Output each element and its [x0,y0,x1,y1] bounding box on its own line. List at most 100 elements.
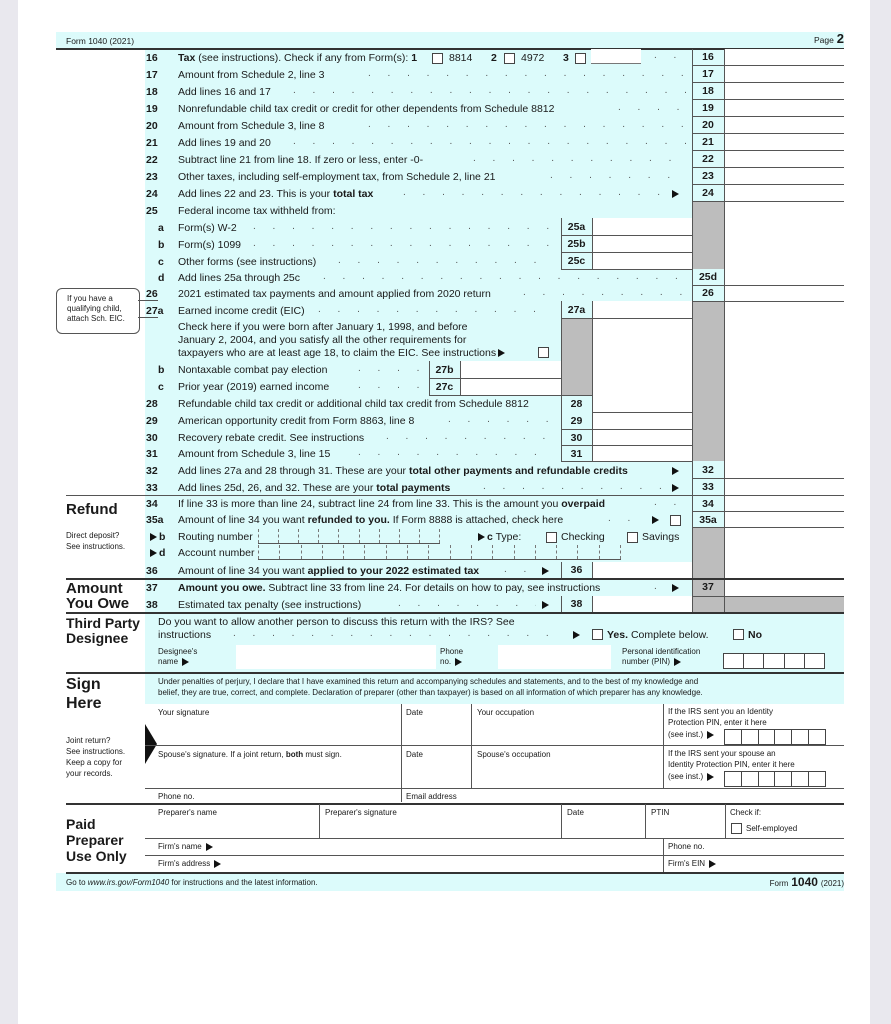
line-26-amount[interactable] [725,285,844,301]
other-form-input[interactable] [591,49,641,64]
line-27c-amount[interactable] [461,379,561,395]
spouse-ip-pin-label: Identity Protection PIN, enter it here [668,760,795,769]
box-label: 25b [567,238,586,250]
line-37-amount[interactable] [725,579,844,596]
firm-name-field[interactable] [228,839,658,854]
arrow-icon [573,631,580,640]
your-occupation-field[interactable] [477,720,659,742]
line-number: 38 [146,599,158,611]
line-16-amount[interactable] [725,49,844,65]
designee-pin-input[interactable] [723,653,825,669]
line-17-amount[interactable] [725,66,844,82]
line-number: 32 [146,465,158,477]
firm-address-field[interactable] [238,856,658,871]
spouse-ip-pin-label: (see inst.) [668,772,716,782]
spouse-date-field[interactable] [406,762,468,784]
line-32-amount[interactable] [725,462,844,478]
line-28-amount[interactable] [593,396,692,412]
box-label: 30 [570,432,583,444]
line-35a-amount[interactable] [725,512,844,527]
line-17-label: Amount from Schedule 2, line 3 [178,69,325,81]
designee-no-checkbox[interactable] [733,629,744,640]
vertical-rule [319,804,320,838]
eic-note: If you have a qualifying child, attach S… [56,288,140,334]
irs-link[interactable]: www.irs.gov/Form1040 [88,878,169,887]
ip-pin-label: (see inst.) [668,730,716,740]
line-number: b [158,364,165,376]
check-if-label: Check if: [730,808,762,817]
spouse-ip-pin-input[interactable] [724,771,826,787]
routing-number-input[interactable] [258,529,440,544]
form-label: Form 1040 (2021) [66,36,135,46]
self-employed-checkbox[interactable] [731,823,742,834]
line-31-amount[interactable] [593,446,692,461]
box-label: 16 [702,51,714,63]
line-27b-amount[interactable] [461,362,561,378]
line-23-label: Other taxes, including self-employment t… [178,171,496,183]
perjury-declaration: belief, they are true, correct, and comp… [158,688,703,697]
spouse-signature-field[interactable] [158,762,398,784]
savings-checkbox[interactable] [627,532,638,543]
line-34-amount[interactable] [725,496,844,511]
self-employed-label: Self-employed [746,824,798,833]
line-22-amount[interactable] [725,151,844,167]
account-number-input[interactable] [258,545,622,560]
horizontal-rule [692,596,844,597]
horizontal-rule [561,318,692,319]
checking-checkbox[interactable] [546,532,557,543]
line-19-amount[interactable] [725,100,844,116]
designee-name-label: Designee's [158,647,198,656]
line-23-amount[interactable] [725,168,844,184]
eic-age-checkbox[interactable] [538,347,549,358]
vertical-rule [725,804,726,838]
form-8814-checkbox[interactable] [432,53,443,64]
line-30-amount[interactable] [593,430,692,446]
line-18-amount[interactable] [725,83,844,99]
line-25b-amount[interactable] [593,236,692,252]
line-22-label: Subtract line 21 from line 18. If zero o… [178,154,424,166]
line-35a-label: Amount of line 34 you want refunded to y… [178,514,564,526]
line-25a-amount[interactable] [593,219,692,235]
line-36-amount[interactable] [593,562,692,578]
line-21-amount[interactable] [725,134,844,150]
spouse-occupation-field[interactable] [477,762,659,784]
line-29-amount[interactable] [593,413,692,429]
form-4972-checkbox[interactable] [504,53,515,64]
box-label: 28 [570,398,583,410]
your-occupation-label: Your occupation [477,708,535,717]
line-number: 22 [146,154,158,166]
your-ip-pin-input[interactable] [724,729,826,745]
leader-dots: . . . . . . . . . . . . . . [358,447,553,458]
your-signature-field[interactable] [158,720,398,742]
preparer-date-label: Date [567,808,584,817]
footer-instructions: Go to www.irs.gov/Form1040 for instructi… [66,878,318,887]
line-16-label: Tax (see instructions). Check if any fro… [178,52,418,64]
designee-yes-checkbox[interactable] [592,629,603,640]
leader-dots: . . . . . . . . . . . . . . . . . . . . … [338,255,553,266]
line-25d-amount[interactable] [725,269,844,285]
form-8888-checkbox[interactable] [670,515,681,526]
line-24-amount[interactable] [725,185,844,201]
line-27a-amount[interactable] [593,302,692,318]
form-other-checkbox[interactable] [575,53,586,64]
your-date-field[interactable] [406,720,468,742]
spouse-ip-pin-label: If the IRS sent your spouse an [668,749,776,758]
line-20-amount[interactable] [725,117,844,133]
option-3-label: 3 [563,52,569,64]
box-label: 27c [435,381,454,393]
line-38-amount[interactable] [593,596,692,612]
line-25c-amount[interactable] [593,253,692,269]
line-25b-label: Form(s) 1099 [178,239,242,251]
refund-heading: Refund [66,501,118,518]
line-33-amount[interactable] [725,479,844,495]
arrow-icon [150,533,157,542]
line-32-label: Add lines 27a and 28 through 31. These a… [178,465,628,477]
horizontal-rule [66,612,844,614]
eic-check-text: taxpayers who are at least age 18, to cl… [178,347,507,360]
box-label: 25a [567,221,586,233]
box-label: 29 [570,415,583,427]
arrow-icon [150,549,157,558]
line-number: 17 [146,69,158,81]
designee-name-input[interactable] [236,645,436,669]
designee-phone-input[interactable] [498,645,611,669]
